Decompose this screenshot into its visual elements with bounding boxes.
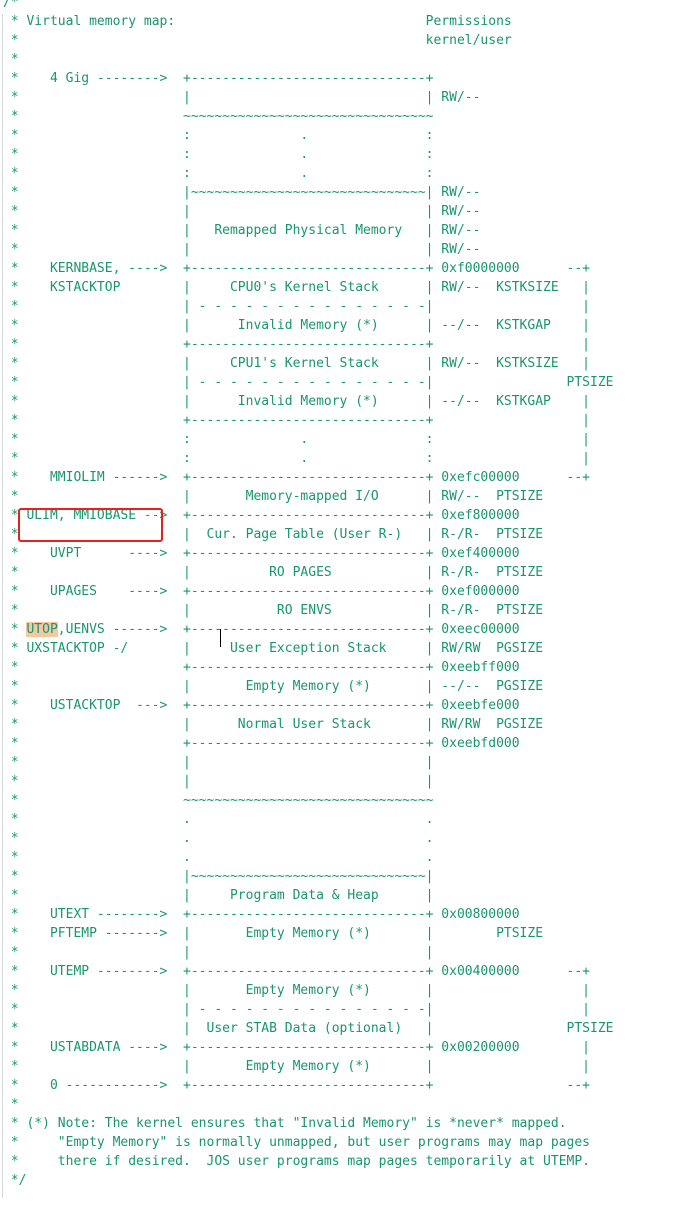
code-line: * KERNBASE, ----> +---------------------… — [3, 261, 590, 276]
code-line: * | - - - - - - - - - - - - - - -| | — [3, 299, 590, 314]
code-line: * — [3, 52, 19, 67]
code-line: * | Empty Memory (*) | | — [3, 1059, 590, 1074]
code-line: * | Remapped Physical Memory | RW/-- — [3, 223, 481, 238]
code-line: * . . — [3, 850, 434, 865]
code-line: * | RO PAGES | R-/R- PTSIZE — [3, 565, 544, 580]
code-line: * UTOP,UENVS ------> +------------------… — [3, 622, 520, 637]
code-line: * — [3, 1097, 19, 1112]
code-line: * | | — [3, 945, 434, 960]
code-line: * ~~~~~~~~~~~~~~~~~~~~~~~~~~~~~~~~ — [3, 793, 434, 808]
code-line: * | | — [3, 755, 434, 770]
code-line: * UTEXT --------> +---------------------… — [3, 907, 520, 922]
code-line: * | CPU1's Kernel Stack | RW/-- KSTKSIZE… — [3, 356, 590, 371]
code-line: * Virtual memory map: Permissions — [3, 14, 512, 29]
code-line: * : . : — [3, 166, 434, 181]
code-line: * . . — [3, 812, 434, 827]
code-line: * : . : | — [3, 451, 590, 466]
code-line: * MMIOLIM ------> +---------------------… — [3, 470, 590, 485]
code-line: * : . : — [3, 147, 434, 162]
code-line: * |~~~~~~~~~~~~~~~~~~~~~~~~~~~~~~| — [3, 869, 434, 884]
code-line: * |~~~~~~~~~~~~~~~~~~~~~~~~~~~~~~| RW/-- — [3, 185, 481, 200]
text-cursor — [220, 629, 221, 647]
code-line: * UXSTACKTOP -/ | User Exception Stack |… — [3, 641, 544, 656]
code-line: * there if desired. JOS user programs ma… — [3, 1154, 590, 1169]
code-line: * | | RW/-- — [3, 204, 481, 219]
code-line: * +------------------------------+ | — [3, 337, 590, 352]
code-line: */ — [3, 1173, 27, 1188]
code-line: * | | RW/-- — [3, 90, 481, 105]
code-line: * UVPT ----> +--------------------------… — [3, 546, 520, 561]
code-line: * . . — [3, 831, 434, 846]
code-line: * | Normal User Stack | RW/RW PGSIZE — [3, 717, 544, 732]
code-line: * USTABDATA ----> +---------------------… — [3, 1040, 590, 1055]
memory-map-comment[interactable]: /* * Virtual memory map: Permissions * k… — [3, 0, 613, 1190]
code-line: * +------------------------------+ 0xeeb… — [3, 736, 520, 751]
code-line: * (*) Note: The kernel ensures that "Inv… — [3, 1116, 567, 1131]
code-line: * PFTEMP -------> | Empty Memory (*) | P… — [3, 926, 544, 941]
code-line: * 4 Gig --------> +---------------------… — [3, 71, 434, 86]
search-highlight: UTOP — [26, 622, 58, 637]
code-line: * UTEMP --------> +---------------------… — [3, 964, 590, 979]
code-line: * | User STAB Data (optional) | PTSIZE — [3, 1021, 614, 1036]
code-line: * +------------------------------+ 0xeeb… — [3, 660, 520, 675]
code-line: * 0 ------------> +---------------------… — [3, 1078, 590, 1093]
code-line: * | Invalid Memory (*) | --/-- KSTKGAP | — [3, 318, 590, 333]
ulim-mmiobase-annotation-box — [18, 508, 163, 542]
code-line: * | Invalid Memory (*) | --/-- KSTKGAP | — [3, 394, 590, 409]
code-line: * : . : — [3, 128, 434, 143]
code-line: * +------------------------------+ | — [3, 413, 590, 428]
code-line: * | | — [3, 774, 434, 789]
code-line: * USTACKTOP ---> +----------------------… — [3, 698, 520, 713]
code-line: * kernel/user — [3, 33, 512, 48]
code-editor[interactable]: /* * Virtual memory map: Permissions * k… — [0, 0, 700, 1208]
code-line: * | Empty Memory (*) | --/-- PGSIZE — [3, 679, 544, 694]
code-line: * | Memory-mapped I/O | RW/-- PTSIZE — [3, 489, 544, 504]
code-line: * : . : | — [3, 432, 590, 447]
code-line: * | - - - - - - - - - - - - - - -| | — [3, 1002, 590, 1017]
code-line: * | RO ENVS | R-/R- PTSIZE — [3, 603, 544, 618]
code-line: * KSTACKTOP | CPU0's Kernel Stack | RW/-… — [3, 280, 590, 295]
code-line: * UPAGES ----> +------------------------… — [3, 584, 520, 599]
code-line: * | Empty Memory (*) | | — [3, 983, 590, 998]
code-line: * | | RW/-- — [3, 242, 481, 257]
code-line: /* — [3, 0, 19, 10]
code-line: * ~~~~~~~~~~~~~~~~~~~~~~~~~~~~~~~~ — [3, 109, 434, 124]
code-line: * | Program Data & Heap | — [3, 888, 434, 903]
code-line: * | - - - - - - - - - - - - - - -| PTSIZ… — [3, 375, 614, 390]
code-line: * "Empty Memory" is normally unmapped, b… — [3, 1135, 590, 1150]
